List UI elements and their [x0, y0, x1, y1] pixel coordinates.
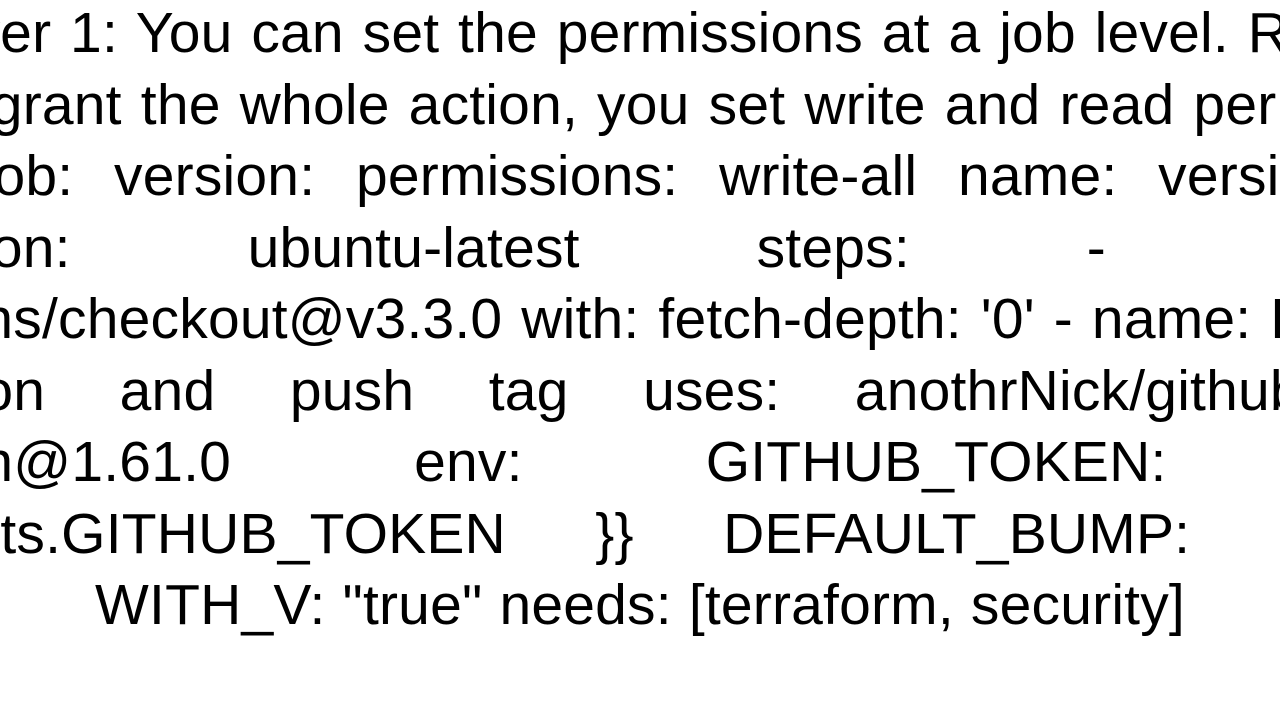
answer-body-text: Answer 1: You can set the permissions at…	[0, 0, 1280, 642]
